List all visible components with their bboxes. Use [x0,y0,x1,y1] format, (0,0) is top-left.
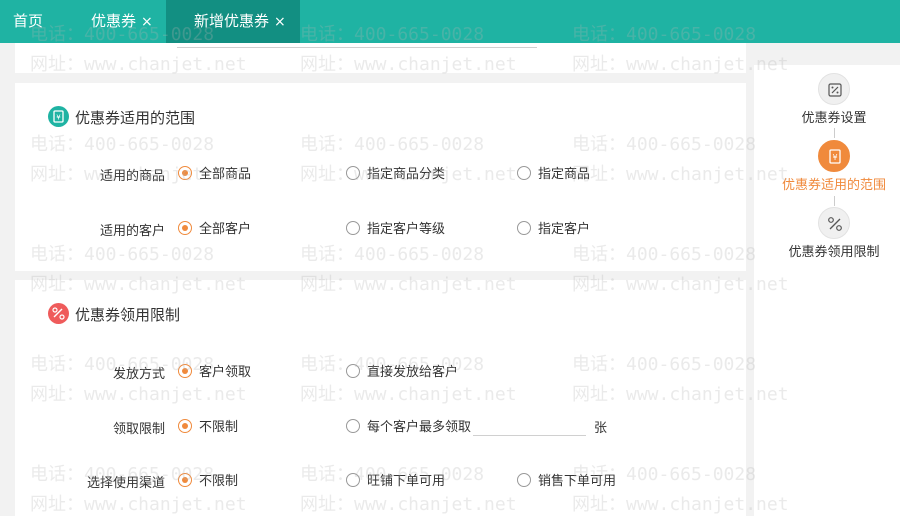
radio-dot [178,473,192,487]
radio-dot [178,419,192,433]
radio-dot [346,221,360,235]
limit-section-title: 优惠券领用限制 [75,306,181,324]
radio-label: 指定客户 [538,222,591,237]
radio-customer-level[interactable]: 指定客户等级 [346,218,445,237]
radio-shop-orders[interactable]: 旺铺下单可用 [346,470,445,489]
claim-limit-label: 领取限制 [112,422,165,437]
radio-label: 指定商品分类 [367,167,446,182]
channel-label: 选择使用渠道 [86,476,165,491]
radio-direct-issue[interactable]: 直接发放给客户 [346,361,458,380]
percent-tag-icon[interactable] [818,73,850,105]
tab-coupons-label: 优惠券 [91,12,137,30]
issue-method-label: 发放方式 [112,367,165,382]
customers-label: 适用的客户 [99,224,165,239]
tab-new-coupon[interactable]: 新增优惠券 × [166,0,300,43]
step-claim-limit[interactable]: 优惠券领用限制 [754,241,900,260]
radio-dot [517,221,531,235]
radio-specific-products[interactable]: 指定商品 [517,163,590,182]
tab-new-coupon-label: 新增优惠券 [194,12,270,30]
coupon-icon[interactable]: ¥ [818,140,850,172]
radio-dot [517,473,531,487]
max-claim-input[interactable] [473,435,586,436]
step-coupon-settings[interactable]: 优惠券设置 [754,107,900,126]
radio-label: 指定商品 [538,167,591,182]
radio-product-category[interactable]: 指定商品分类 [346,163,445,182]
step-connector [834,196,835,206]
radio-dot [346,419,360,433]
limit-section: 优惠券领用限制 发放方式 客户领取 直接发放给客户 领取限制 不限制 每个客户最… [15,280,746,516]
scope-section-title: 优惠券适用的范围 [75,109,196,127]
radio-sales-orders[interactable]: 销售下单可用 [517,470,616,489]
radio-label: 直接发放给客户 [367,365,459,380]
radio-specific-customers[interactable]: 指定客户 [517,218,590,237]
tab-home-label: 首页 [13,12,44,30]
radio-dot [178,364,192,378]
radio-label: 销售下单可用 [538,474,617,489]
radio-label: 全部商品 [199,167,252,182]
close-icon[interactable]: × [274,1,286,44]
radio-label: 指定客户等级 [367,222,446,237]
radio-dot [178,221,192,235]
close-icon[interactable]: × [141,1,153,44]
coupon-settings-panel [15,43,746,73]
step-navigator: 优惠券设置 ¥ 优惠券适用的范围 优惠券领用限制 [754,65,900,516]
radio-label: 全部客户 [199,222,252,237]
radio-dot [178,166,192,180]
coupon-icon: ¥ [48,106,69,127]
radio-label: 旺铺下单可用 [367,474,446,489]
radio-dot [346,166,360,180]
tab-coupons[interactable]: 优惠券 × [91,0,153,43]
radio-label: 不限制 [199,420,239,435]
radio-dot [346,364,360,378]
input-underline [177,47,537,48]
tab-bar: 首页 优惠券 × 新增优惠券 × [0,0,900,43]
radio-customer-claim[interactable]: 客户领取 [178,361,251,380]
radio-label: 客户领取 [199,365,252,380]
ticket-cut-icon[interactable] [818,207,850,239]
products-label: 适用的商品 [99,169,165,184]
radio-channel-unlimited[interactable]: 不限制 [178,470,238,489]
svg-text:¥: ¥ [832,153,837,162]
radio-dot [346,473,360,487]
radio-all-customers[interactable]: 全部客户 [178,218,251,237]
radio-max-per-customer[interactable]: 每个客户最多领取 [346,416,471,435]
radio-all-products[interactable]: 全部商品 [178,163,251,182]
claim-unit-label: 张 [594,421,608,436]
ticket-cut-icon [48,303,69,324]
radio-label: 不限制 [199,474,239,489]
scope-section: ¥ 优惠券适用的范围 适用的商品 全部商品 指定商品分类 指定商品 适用的客户 … [15,83,746,271]
radio-label: 每个客户最多领取 [367,420,472,435]
tab-home[interactable]: 首页 [13,0,43,43]
radio-no-claim-limit[interactable]: 不限制 [178,416,238,435]
step-scope[interactable]: 优惠券适用的范围 [754,174,900,193]
svg-text:¥: ¥ [56,114,61,122]
step-connector [834,128,835,138]
radio-dot [517,166,531,180]
